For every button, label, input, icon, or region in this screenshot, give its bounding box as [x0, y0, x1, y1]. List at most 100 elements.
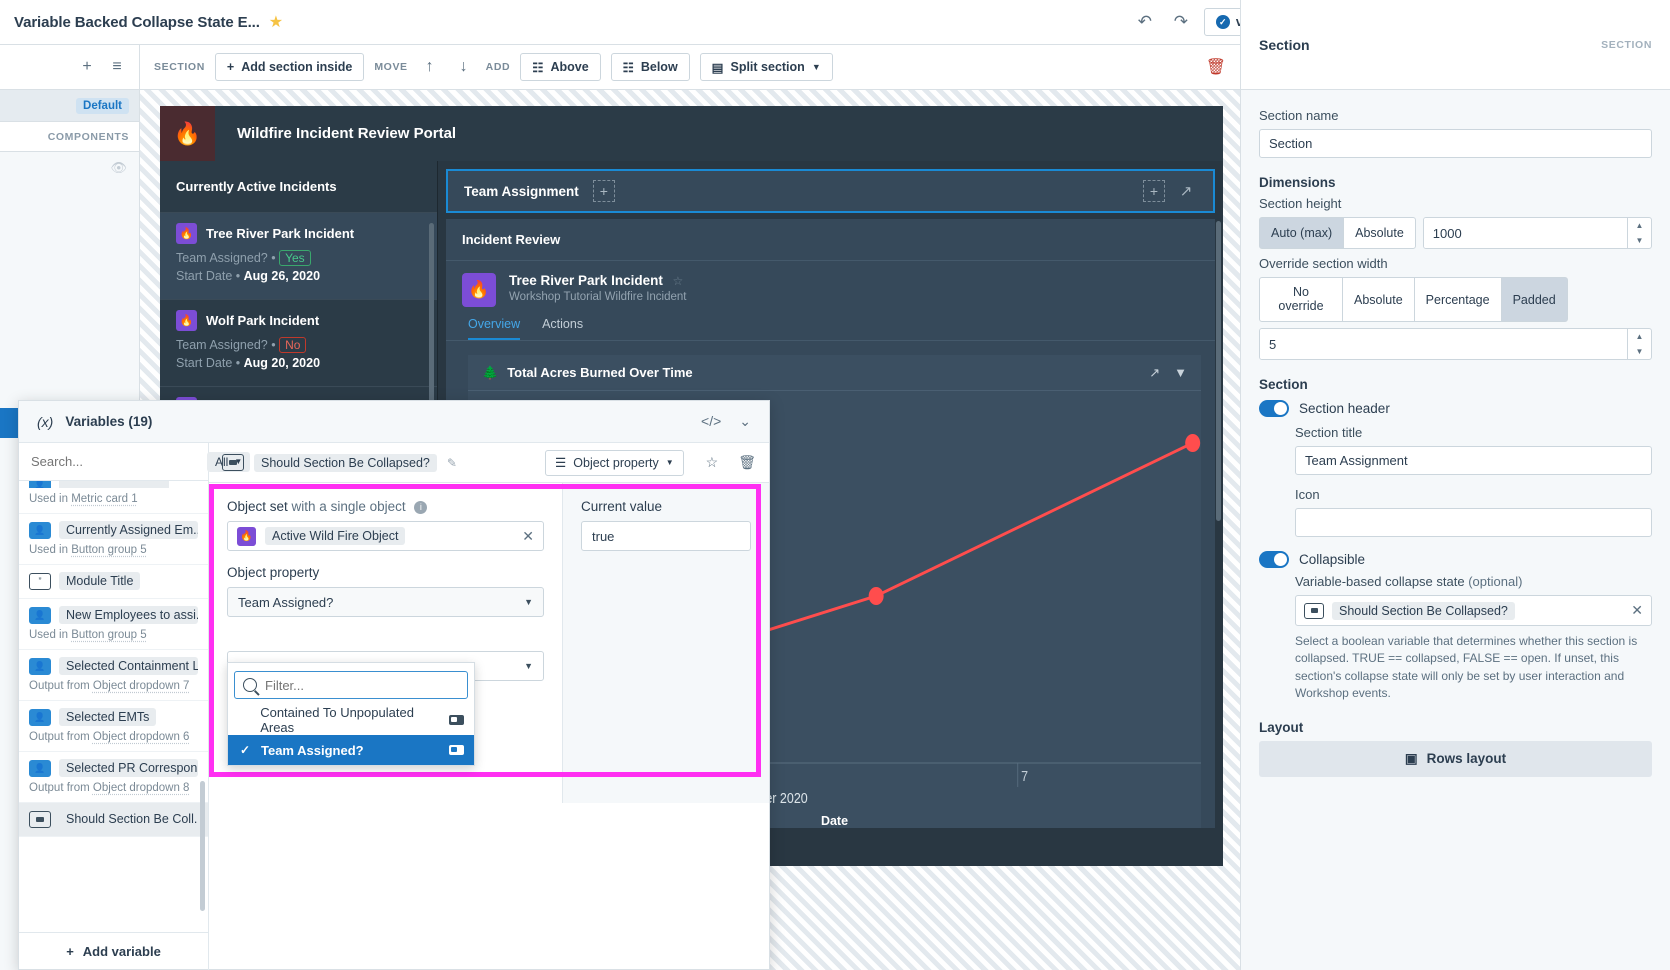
search-input[interactable] — [31, 454, 207, 469]
add-variable-button[interactable]: + Add variable — [19, 932, 208, 970]
object-property-label: Object property — [227, 565, 320, 580]
add-below-button[interactable]: ☷ Below — [610, 53, 690, 81]
stepper-up-icon[interactable]: ▲ — [1628, 329, 1651, 344]
start-date-label: Start Date — [176, 356, 233, 370]
override-width-stepper[interactable]: ▲ ▼ — [1259, 328, 1652, 360]
list-item-selected[interactable]: Should Section Be Coll... — [19, 803, 208, 837]
section-height-input[interactable] — [1423, 218, 1627, 248]
star-outline-icon[interactable]: ☆ — [706, 454, 719, 471]
list-item[interactable]: 👤 Currently Assigned Em... Used in Butto… — [19, 514, 208, 565]
incident-team-row: Team Assigned? • No — [176, 337, 421, 353]
variables-items-scroll[interactable]: 👤 Used in Metric card 1 👤 Currently Assi… — [19, 481, 208, 932]
person-icon: 👤 — [29, 521, 51, 539]
dimensions-heading: Dimensions — [1259, 175, 1336, 190]
start-date-label: Start Date — [176, 269, 233, 283]
move-up-icon[interactable]: ↑ — [418, 54, 442, 80]
list-item[interactable]: 👤 Selected EMTs Output from Object dropd… — [19, 701, 208, 752]
height-mode-absolute[interactable]: Absolute — [1343, 217, 1416, 249]
star-filled-icon[interactable]: ★ — [269, 12, 283, 32]
stepper-down-icon[interactable]: ▼ — [1628, 344, 1651, 359]
info-icon[interactable]: i — [414, 500, 428, 514]
collapse-variable-picker[interactable]: Should Section Be Collapsed? ✕ — [1295, 595, 1652, 626]
object-name: Tree River Park Incident — [509, 273, 663, 288]
pencil-icon[interactable]: ✎ — [447, 456, 457, 470]
check-icon: ✓ — [239, 743, 251, 757]
start-date-value: Aug 26, 2020 — [243, 269, 321, 283]
visibility-icon[interactable]: 👁 — [0, 152, 139, 176]
boolean-variable-icon — [449, 744, 464, 755]
close-icon[interactable]: ✕ — [522, 528, 534, 545]
menu-item[interactable]: Contained To Unpopulated Areas — [228, 705, 474, 735]
expand-icon[interactable]: ↗ — [1175, 180, 1197, 202]
undo-icon[interactable]: ↶ — [1132, 9, 1158, 35]
list-item[interactable]: 🔥 Tree River Park Incident Team Assigned… — [160, 212, 437, 299]
dropdown-filter-input[interactable] — [265, 677, 459, 693]
close-icon[interactable]: ✕ — [1631, 602, 1643, 619]
object-set-subtext: with a single object — [291, 499, 406, 514]
add-section-inside-label: Add section inside — [241, 60, 353, 74]
redo-icon[interactable]: ↷ — [1168, 9, 1194, 35]
plus-icon: + — [226, 60, 235, 74]
stepper-up-icon[interactable]: ▲ — [1628, 218, 1651, 233]
star-outline-icon[interactable]: ☆ — [672, 274, 683, 288]
section-name-input[interactable] — [1259, 129, 1652, 158]
object-property-dropdown[interactable]: Team Assigned? ▼ — [227, 587, 544, 617]
section-header-selected[interactable]: Team Assignment + + ↗ — [446, 169, 1215, 213]
plus-icon[interactable]: + — [75, 54, 99, 80]
section-height-stepper[interactable]: ▲ ▼ — [1422, 217, 1652, 249]
chevron-down-icon[interactable]: ⌄ — [739, 413, 751, 430]
tab-actions[interactable]: Actions — [542, 317, 583, 340]
add-above-label: Above — [550, 60, 589, 74]
section-title-input[interactable] — [1295, 446, 1652, 475]
collapse-variable-name: Should Section Be Collapsed? — [1332, 601, 1515, 620]
section-header-toggle[interactable] — [1259, 400, 1289, 417]
section-title-label: Section title — [1295, 425, 1363, 440]
scrollbar[interactable] — [1216, 221, 1221, 521]
list-item[interactable]: 👤 Selected Containment L... Output from … — [19, 650, 208, 701]
list-item[interactable]: 🔥 Wolf Park Incident Team Assigned? • No… — [160, 299, 437, 386]
section-title-preview: Team Assignment — [464, 183, 579, 199]
width-mode-no-override[interactable]: No override — [1259, 277, 1343, 322]
list-item[interactable]: 👤 Selected PR Correspon... Output from O… — [19, 752, 208, 803]
width-mode-padded[interactable]: Padded — [1500, 277, 1568, 322]
variant-default-row[interactable]: Default — [0, 90, 139, 122]
filter-icon[interactable]: ▼ — [1174, 365, 1187, 381]
override-width-input[interactable] — [1260, 329, 1627, 359]
plus-dashed-icon[interactable]: + — [592, 180, 615, 202]
section-height-label: Section height — [1259, 196, 1342, 211]
scrollbar[interactable] — [200, 781, 205, 911]
collapse-list-icon[interactable]: ≡ — [105, 54, 129, 80]
menu-item-selected[interactable]: ✓ Team Assigned? — [228, 735, 474, 765]
trash-icon[interactable]: 🗑 — [738, 454, 756, 471]
width-mode-absolute[interactable]: Absolute — [1342, 277, 1415, 322]
rows-layout-button[interactable]: ▣ Rows layout — [1259, 740, 1652, 777]
variables-panel: (x) Variables (19) </> ⌄ All ▼ — [18, 400, 770, 970]
plus-dashed-icon[interactable]: + — [1143, 180, 1165, 202]
split-section-button[interactable]: ▤ Split section ▼ — [699, 53, 833, 81]
chevron-down-icon: ▼ — [524, 597, 533, 607]
code-icon[interactable]: </> — [701, 413, 721, 430]
collapsible-toggle[interactable] — [1259, 551, 1289, 568]
object-set-input[interactable]: 🔥 Active Wild Fire Object ✕ — [227, 521, 544, 551]
icon-label: Icon — [1295, 487, 1320, 502]
incident-team-row: Team Assigned? • Yes — [176, 250, 421, 266]
variable-name: Selected EMTs — [59, 708, 157, 726]
move-down-icon[interactable]: ↓ — [452, 54, 476, 80]
icon-input[interactable] — [1295, 508, 1652, 537]
tab-overview[interactable]: Overview — [468, 317, 521, 340]
list-item[interactable]: 👤 Used in Metric card 1 — [19, 481, 208, 514]
stepper-down-icon[interactable]: ▼ — [1628, 233, 1651, 248]
collapse-state-label: Variable-based collapse state (optional) — [1295, 574, 1652, 589]
variables-panel-title: Variables (19) — [65, 414, 153, 429]
add-section-inside-button[interactable]: + Add section inside — [214, 53, 365, 81]
boolean-variable-icon — [222, 454, 244, 471]
width-mode-percentage[interactable]: Percentage — [1413, 277, 1502, 322]
add-above-button[interactable]: ☷ Above — [520, 53, 601, 81]
variable-detail-header: Should Section Be Collapsed? ✎ ☰ Object … — [209, 443, 769, 483]
variable-type-dropdown[interactable]: ☰ Object property ▼ — [545, 449, 684, 476]
trash-icon[interactable]: 🗑 — [1206, 57, 1226, 77]
height-mode-auto[interactable]: Auto (max) — [1259, 217, 1345, 249]
list-item[interactable]: ” Module Title — [19, 565, 208, 599]
list-item[interactable]: 👤 New Employees to assi... Used in Butto… — [19, 599, 208, 650]
open-external-icon[interactable]: ↗ — [1149, 365, 1160, 381]
